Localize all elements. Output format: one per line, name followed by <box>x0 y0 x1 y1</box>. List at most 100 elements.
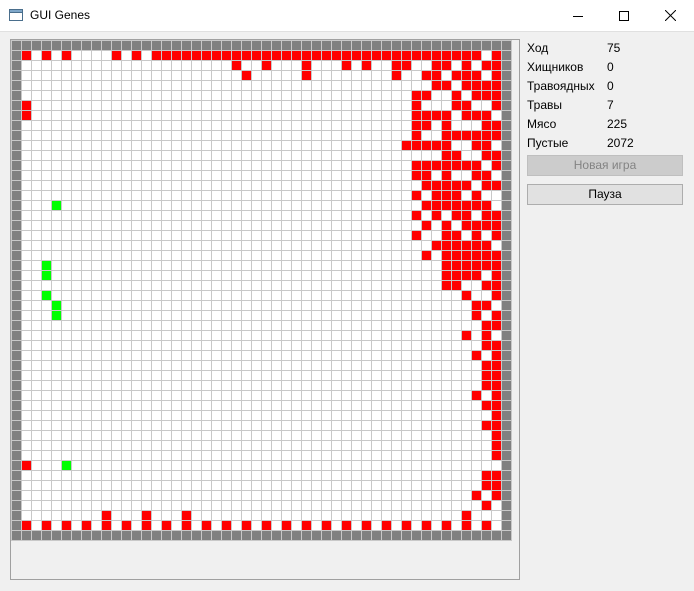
wall-cell <box>502 141 511 150</box>
wall-cell <box>12 231 21 240</box>
wall-cell <box>502 531 511 540</box>
wall-cell <box>32 531 41 540</box>
minimize-icon <box>573 15 583 17</box>
meat-cell <box>292 51 301 60</box>
meat-cell <box>442 281 451 290</box>
wall-cell <box>242 531 251 540</box>
wall-cell <box>502 381 511 390</box>
wall-cell <box>12 201 21 210</box>
wall-cell <box>202 41 211 50</box>
wall-cell <box>372 531 381 540</box>
meat-cell <box>202 51 211 60</box>
meat-cell <box>422 521 431 530</box>
simulation-grid-panel <box>10 39 520 580</box>
meat-cell <box>472 261 481 270</box>
wall-cell <box>422 531 431 540</box>
meat-cell <box>482 471 491 480</box>
meat-cell <box>412 91 421 100</box>
meat-cell <box>422 181 431 190</box>
close-button[interactable] <box>647 0 693 31</box>
meat-cell <box>492 381 501 390</box>
meat-cell <box>492 411 501 420</box>
wall-cell <box>502 151 511 160</box>
wall-cell <box>12 491 21 500</box>
meat-cell <box>472 191 481 200</box>
meat-cell <box>452 201 461 210</box>
meat-cell <box>442 111 451 120</box>
meat-cell <box>492 81 501 90</box>
meat-cell <box>422 161 431 170</box>
wall-cell <box>72 531 81 540</box>
meat-cell <box>142 511 151 520</box>
wall-cell <box>222 41 231 50</box>
wall-cell <box>152 41 161 50</box>
wall-cell <box>12 61 21 70</box>
meat-cell <box>42 51 51 60</box>
meat-cell <box>492 211 501 220</box>
meat-cell <box>462 261 471 270</box>
wall-cell <box>502 251 511 260</box>
wall-cell <box>502 231 511 240</box>
meat-cell <box>442 121 451 130</box>
meat-cell <box>492 371 501 380</box>
meat-cell <box>412 171 421 180</box>
simulation-grid[interactable] <box>11 40 512 541</box>
meat-cell <box>252 51 261 60</box>
grass-cell <box>42 291 51 300</box>
wall-cell <box>12 471 21 480</box>
meat-cell <box>422 51 431 60</box>
minimize-button[interactable] <box>555 0 601 31</box>
new-game-button[interactable]: Новая игра <box>527 155 683 176</box>
meat-cell <box>462 241 471 250</box>
meat-cell <box>482 481 491 490</box>
meat-cell <box>492 231 501 240</box>
wall-cell <box>502 481 511 490</box>
meat-cell <box>62 51 71 60</box>
meat-cell <box>432 141 441 150</box>
meat-cell <box>432 111 441 120</box>
meat-cell <box>472 241 481 250</box>
wall-cell <box>12 241 21 250</box>
meat-cell <box>462 111 471 120</box>
wall-cell <box>502 81 511 90</box>
wall-cell <box>12 341 21 350</box>
meat-cell <box>402 61 411 70</box>
wall-cell <box>12 101 21 110</box>
wall-cell <box>502 491 511 500</box>
maximize-button[interactable] <box>601 0 647 31</box>
wall-cell <box>392 41 401 50</box>
meat-cell <box>462 71 471 80</box>
wall-cell <box>502 221 511 230</box>
wall-cell <box>322 531 331 540</box>
meat-cell <box>182 51 191 60</box>
meat-cell <box>492 321 501 330</box>
meat-cell <box>392 61 401 70</box>
wall-cell <box>12 51 21 60</box>
meat-cell <box>22 51 31 60</box>
meat-cell <box>382 51 391 60</box>
meat-cell <box>492 91 501 100</box>
meat-cell <box>492 221 501 230</box>
meat-cell <box>122 521 131 530</box>
meat-cell <box>472 201 481 210</box>
stat-value-predators: 0 <box>607 60 614 74</box>
pause-button[interactable]: Пауза <box>527 184 683 205</box>
meat-cell <box>312 51 321 60</box>
meat-cell <box>342 61 351 70</box>
stat-value-turn: 75 <box>607 41 621 55</box>
wall-cell <box>172 531 181 540</box>
meat-cell <box>462 201 471 210</box>
grass-cell <box>62 461 71 470</box>
stat-value-empty: 2072 <box>607 136 634 150</box>
meat-cell <box>462 101 471 110</box>
meat-cell <box>482 121 491 130</box>
wall-cell <box>502 361 511 370</box>
wall-cell <box>202 531 211 540</box>
meat-cell <box>492 121 501 130</box>
app-window-icon <box>9 9 23 21</box>
wall-cell <box>12 431 21 440</box>
meat-cell <box>482 381 491 390</box>
meat-cell <box>482 421 491 430</box>
meat-cell <box>342 51 351 60</box>
meat-cell <box>382 521 391 530</box>
